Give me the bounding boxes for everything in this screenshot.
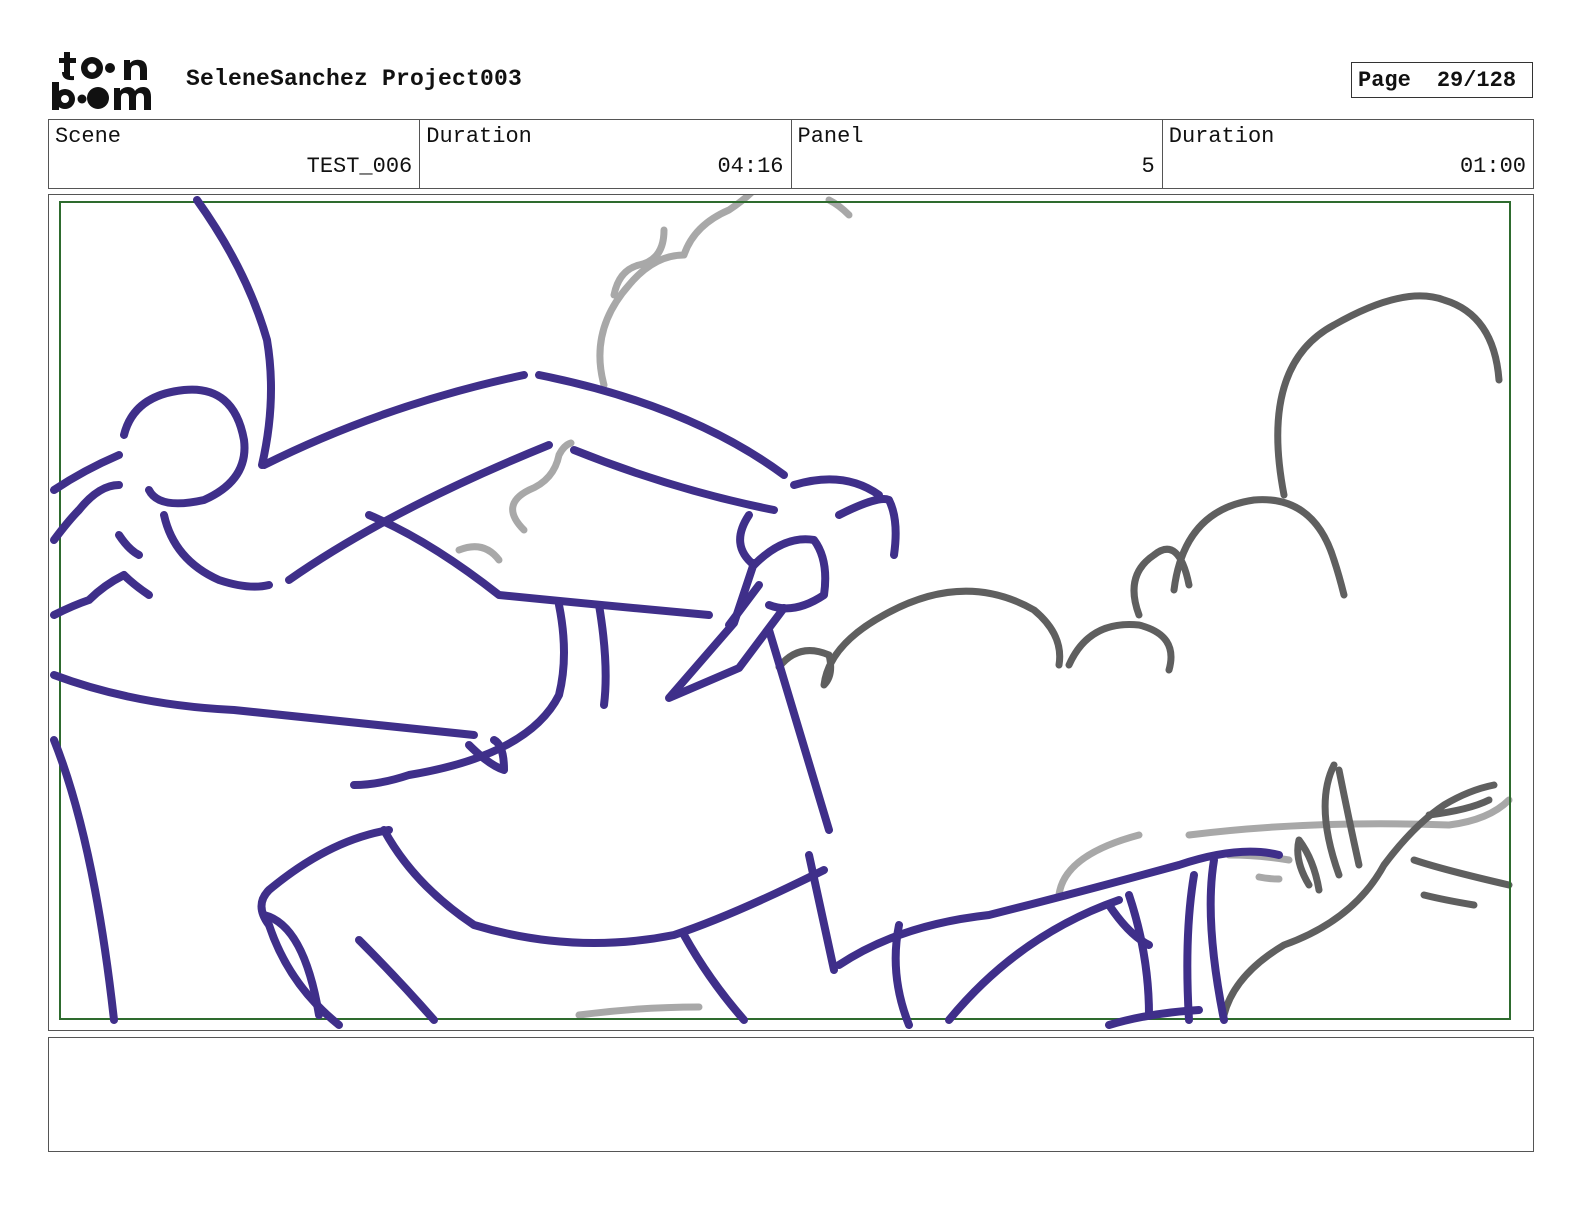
- page-indicator: Page 29/128: [1351, 62, 1533, 98]
- scene-duration-value: 04:16: [717, 154, 784, 179]
- panel-duration-cell: Duration 01:00: [1161, 120, 1533, 188]
- panel-value: 5: [1141, 154, 1155, 179]
- page-number: 29/128: [1436, 67, 1517, 93]
- scene-cell: Scene TEST_006: [49, 120, 419, 188]
- panel-duration-label: Duration: [1168, 124, 1275, 149]
- storyboard-panel: [48, 194, 1534, 1031]
- page-label: Page: [1358, 67, 1411, 93]
- panel-duration-value: 01:00: [1459, 154, 1526, 179]
- scene-duration-label: Duration: [426, 124, 532, 149]
- character-strokes: [50, 196, 1283, 1029]
- toon-boom-logo: [52, 52, 151, 110]
- panel-drawing: [50, 195, 1513, 1029]
- panel-label: Panel: [797, 124, 864, 149]
- scene-label: Scene: [55, 124, 122, 149]
- scene-value: TEST_006: [306, 154, 413, 179]
- panel-cell: Panel 5: [790, 120, 1162, 188]
- scene-duration-cell: Duration 04:16: [419, 120, 790, 188]
- smoke-dark-strokes: [775, 292, 1513, 1019]
- scene-info-table: Scene TEST_006 Duration 04:16 Panel 5 Du…: [48, 119, 1534, 189]
- panel-notes-box: [48, 1037, 1534, 1152]
- project-title: SeleneSanchez Project003: [186, 66, 523, 92]
